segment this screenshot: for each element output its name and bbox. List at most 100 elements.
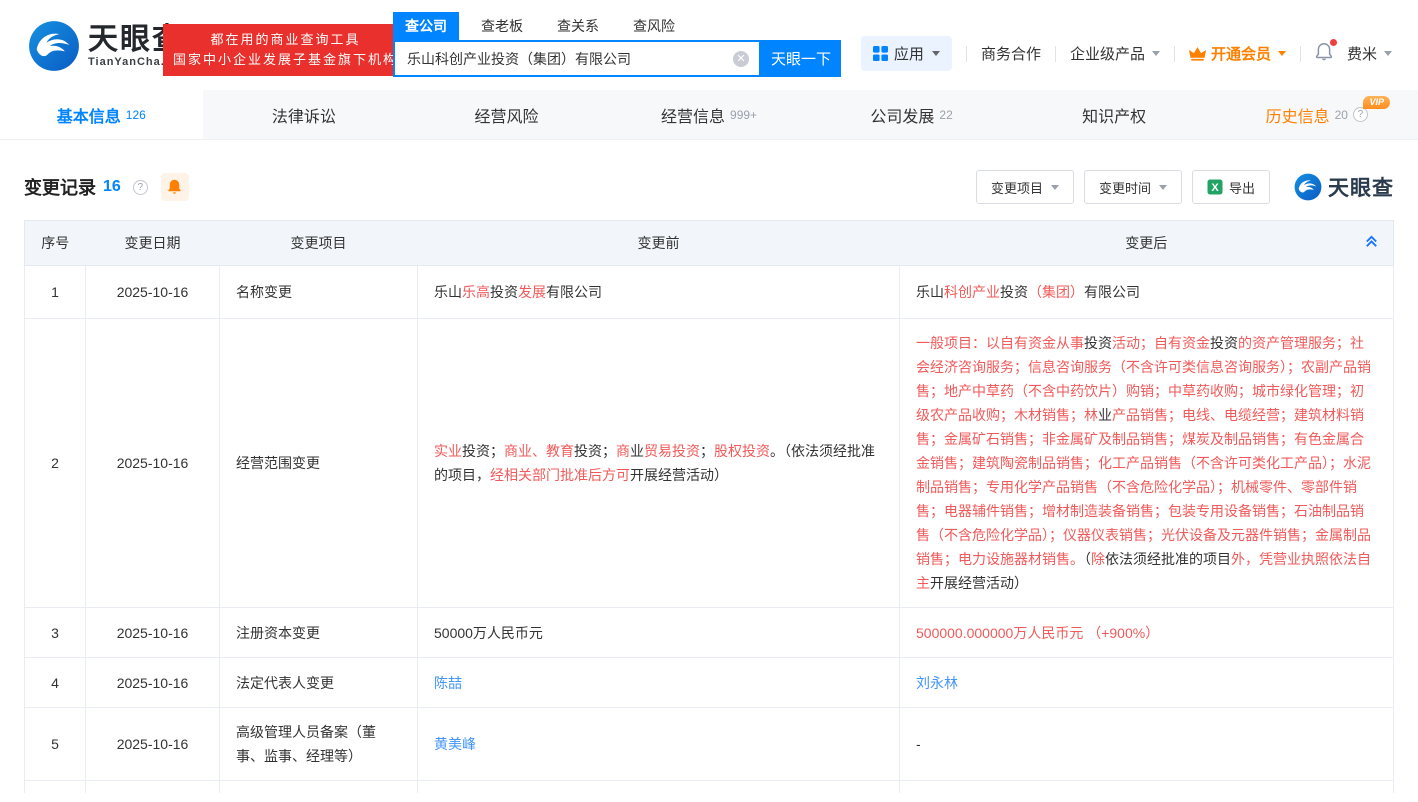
text-segment: 股权投资 [714,443,770,459]
tab-history-info[interactable]: VIP 历史信息 20 ? [1215,90,1418,139]
tab-intellectual-property[interactable]: 知识产权 [1013,90,1216,139]
business-cooperation-link[interactable]: 商务合作 [981,43,1041,64]
table-row: 1 2025-10-16 名称变更 乐山乐高投资发展有限公司 乐山科创产业投资（… [25,266,1394,319]
tab-label: 历史信息 [1266,103,1330,127]
collapse-icon[interactable] [1364,234,1379,252]
apps-menu[interactable]: 应用 [861,36,952,71]
seq-cell [25,781,86,793]
text-segment: 活动；自有资金 [1112,335,1210,351]
divider [1300,46,1301,62]
seq-cell: 1 [25,266,86,319]
slogan-line-1: 都在用的商业查询工具 [173,30,398,50]
enterprise-products-menu[interactable]: 企业级产品 [1070,43,1160,64]
entity-link[interactable]: 黄美峰 [434,736,476,752]
text-segment: 乐山 [434,284,462,300]
search-area: 查公司 查老板 查关系 查风险 ✕ 天眼一下 [393,12,841,77]
date-cell: 2025-10-16 [86,708,220,781]
divider [1055,46,1056,62]
text-segment: 开展经营活动） [630,467,728,483]
company-nav-bar: 基本信息 126 法律诉讼 经营风险 经营信息 999+ 公司发展 22 知识产… [0,90,1418,140]
section-count: 16 [103,178,121,196]
tab-business-info[interactable]: 经营信息 999+ [608,90,811,139]
vip-upgrade-menu[interactable]: 开通会员 [1189,43,1286,64]
text-segment: （集团） [1028,284,1084,300]
notifications-bell[interactable] [1315,42,1333,65]
search-tab-company[interactable]: 查公司 [393,12,459,40]
tianyancha-swirl-icon [28,20,80,72]
text-segment: 开展经营活动） [930,575,1028,591]
clear-icon[interactable]: ✕ [733,51,749,67]
item-cell: 名称变更 [220,266,418,319]
seq-cell: 4 [25,658,86,708]
text-segment: 投资 [490,284,518,300]
table-body: 1 2025-10-16 名称变更 乐山乐高投资发展有限公司 乐山科创产业投资（… [25,266,1394,793]
after-cell: 刘永林 [900,658,1394,708]
section-title: 变更记录 [24,174,96,200]
tab-label: 经营风险 [474,103,538,127]
divider [1174,46,1175,62]
item-cell [220,781,418,793]
apps-label: 应用 [894,43,924,64]
filter-change-item-button[interactable]: 变更项目 [976,170,1074,204]
vip-label: 开通会员 [1211,43,1271,64]
chevron-down-icon [1384,51,1392,56]
date-cell [86,781,220,793]
chevron-down-icon [932,51,940,56]
search-tab-boss[interactable]: 查老板 [469,12,535,40]
vip-badge: VIP [1363,96,1390,109]
item-cell: 高级管理人员备案（董事、监事、经理等） [220,708,418,781]
help-icon[interactable]: ? [1353,107,1368,122]
section-actions: 变更项目 变更时间 X 导出 [976,170,1394,204]
tab-count: 126 [126,108,146,122]
entity-link[interactable]: 陈喆 [434,675,462,691]
tab-operating-risk[interactable]: 经营风险 [405,90,608,139]
tab-count: 20 [1335,108,1348,122]
username-label: 费米 [1347,43,1377,64]
text-segment: 乐山 [916,284,944,300]
brand-slogan: 都在用的商业查询工具 国家中小企业发展子基金旗下机构 [163,24,408,76]
search-input[interactable] [395,42,759,75]
tab-company-development[interactable]: 公司发展 22 [810,90,1013,139]
table-row: 2 2025-10-16 经营范围变更 实业投资；商业、教育投资；商业贸易投资；… [25,319,1394,608]
search-tab-relation[interactable]: 查关系 [545,12,611,40]
entity-link[interactable]: 刘永林 [916,675,958,691]
before-cell: 陈喆 [418,658,900,708]
tab-basic-info[interactable]: 基本信息 126 [0,90,203,139]
text-segment: - [916,736,921,752]
chevron-down-icon [1152,51,1160,56]
filter-item-label: 变更项目 [991,178,1043,197]
search-button[interactable]: 天眼一下 [761,40,841,77]
text-segment: 500000.000000万人民币元 （+900%） [916,625,1159,641]
chevron-down-icon [1278,51,1286,56]
tab-legal-litigation[interactable]: 法律诉讼 [203,90,406,139]
text-segment: 有限公司 [1084,284,1140,300]
text-segment: 科创产业 [944,284,1000,300]
slogan-line-2: 国家中小企业发展子基金旗下机构 [173,50,398,70]
text-segment: 依法须经批准的项目 [1105,551,1231,567]
text-segment: 乐高 [462,284,490,300]
text-segment: 业 [630,443,644,459]
user-menu[interactable]: 费米 [1347,43,1392,64]
section-header: 变更记录 16 ? 变更项目 变更时间 [0,140,1418,220]
search-tab-risk[interactable]: 查风险 [621,12,687,40]
filter-change-time-button[interactable]: 变更时间 [1084,170,1182,204]
tianyancha-page: 天眼查 TianYanCha.com 都在用的商业查询工具 国家中小企业发展子基… [0,0,1418,802]
apps-grid-icon [873,46,888,61]
cooperation-label: 商务合作 [981,43,1041,64]
after-cell: 一般项目：以自有资金从事投资活动；自有资金投资的资产管理服务；社会经济咨询服务；… [900,319,1394,608]
export-button[interactable]: X 导出 [1192,170,1270,204]
header-change-date: 变更日期 [86,221,220,266]
tab-label: 经营信息 [661,103,725,127]
enterprise-label: 企业级产品 [1070,43,1145,64]
text-segment: 业 [1098,407,1112,423]
header-row: 序号 变更日期 变更项目 变更前 变更后 [25,221,1394,266]
header-after-label: 变更后 [1125,235,1167,251]
subscribe-bell-button[interactable] [161,173,189,201]
date-cell: 2025-10-16 [86,319,220,608]
text-segment: 一般项目：以自有资金从事 [916,335,1084,351]
text-segment: 除 [1091,551,1105,567]
table-row: 4 2025-10-16 法定代表人变更 陈喆 刘永林 [25,658,1394,708]
help-icon[interactable]: ? [133,180,148,195]
top-header: 天眼查 TianYanCha.com 都在用的商业查询工具 国家中小企业发展子基… [0,0,1418,90]
change-records-table: 序号 变更日期 变更项目 变更前 变更后 [24,220,1394,793]
